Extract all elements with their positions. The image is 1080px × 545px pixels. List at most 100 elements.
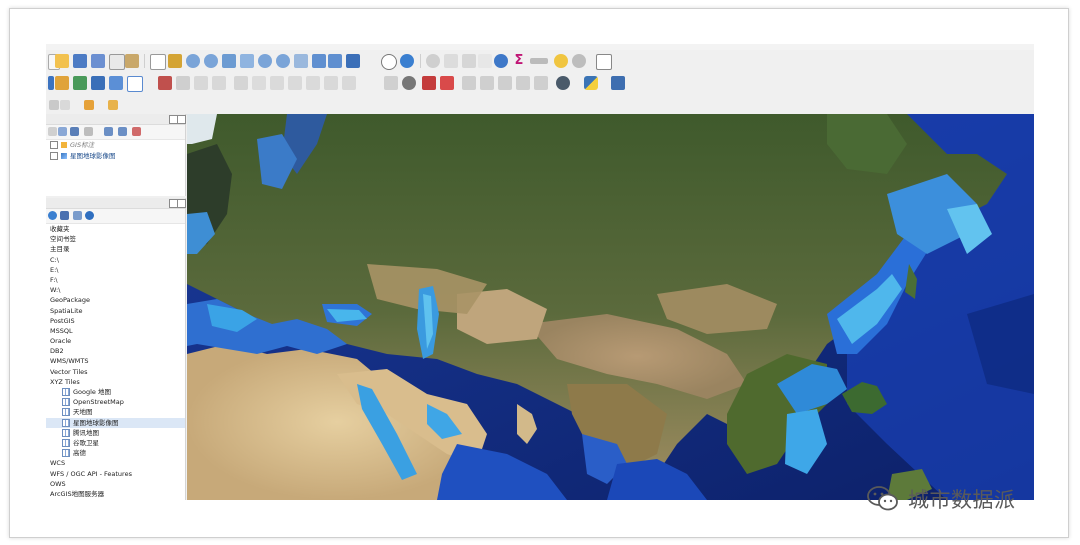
zoom-out-icon[interactable] <box>204 54 218 68</box>
zoom-full-icon[interactable] <box>240 54 254 68</box>
satellite-icon[interactable] <box>556 76 570 90</box>
browser-item[interactable]: ArcGIS地图服务器 <box>46 489 185 499</box>
browser-child-item[interactable]: 天地图 <box>46 407 185 417</box>
layout-manager-icon[interactable] <box>125 54 139 68</box>
plugin-book-icon[interactable] <box>611 76 625 90</box>
expand-all-icon[interactable] <box>104 127 113 136</box>
layer-item[interactable]: 星图地球影像图 <box>46 151 185 162</box>
rotate-label-icon[interactable] <box>480 76 494 90</box>
browser-item[interactable]: DB2 <box>46 346 185 356</box>
browser-item[interactable]: F:\ <box>46 275 185 285</box>
layer-visibility-checkbox[interactable] <box>50 152 58 160</box>
browser-item[interactable]: MSSQL <box>46 326 185 336</box>
layer-item[interactable]: GIS标注 <box>46 140 185 151</box>
sum-icon[interactable]: Σ <box>512 54 526 68</box>
add-vector-icon[interactable] <box>73 76 87 90</box>
browser-child-item[interactable]: 星图地球影像图 <box>46 417 185 428</box>
open-styling-icon[interactable] <box>48 127 57 136</box>
data-source-manager-icon[interactable] <box>48 76 54 90</box>
info-icon[interactable] <box>85 211 94 220</box>
digitize-icon[interactable] <box>91 76 105 90</box>
filter-expression-icon[interactable] <box>84 127 93 136</box>
collapse-all-icon[interactable] <box>118 127 127 136</box>
spreadsheet-icon[interactable] <box>109 76 123 90</box>
map-tips-icon[interactable] <box>572 54 586 68</box>
virtual-layer-icon[interactable] <box>127 76 143 92</box>
browser-item[interactable]: 空间书签 <box>46 234 185 244</box>
browser-item[interactable]: W:\ <box>46 285 185 295</box>
browser-item[interactable]: Vector Tiles <box>46 367 185 377</box>
map-canvas[interactable] <box>187 114 1034 500</box>
highlight-label-icon[interactable] <box>422 76 436 90</box>
browser-item[interactable]: 收藏夹 <box>46 224 185 234</box>
delete-selected-icon[interactable] <box>252 76 266 90</box>
browser-item[interactable]: PostGIS <box>46 316 185 326</box>
browser-item[interactable]: SpatiaLite <box>46 306 185 316</box>
zoom-selection-icon[interactable] <box>258 54 272 68</box>
browser-child-item[interactable]: 谷歌卫星 <box>46 438 185 448</box>
python-icon[interactable] <box>584 76 598 90</box>
zoom-last-icon[interactable] <box>312 54 326 68</box>
label-font-icon[interactable] <box>534 76 548 90</box>
browser-item[interactable]: E:\ <box>46 265 185 275</box>
paste-features-icon[interactable] <box>306 76 320 90</box>
undo-icon[interactable] <box>324 76 338 90</box>
browser-item[interactable]: Oracle <box>46 336 185 346</box>
new-map-view-icon[interactable] <box>346 54 360 68</box>
browser-item[interactable]: OWS <box>46 479 185 489</box>
pan-to-selection-icon[interactable] <box>168 54 182 68</box>
new-layer-icon[interactable] <box>55 76 69 90</box>
add-wms-icon[interactable] <box>108 100 118 110</box>
layer-visibility-checkbox[interactable] <box>50 141 58 149</box>
browser-item[interactable]: WCS <box>46 458 185 468</box>
annotation-icon[interactable] <box>554 54 568 68</box>
filter-legend-icon[interactable] <box>70 127 79 136</box>
print-layout-icon[interactable] <box>109 54 125 70</box>
add-feature-icon[interactable] <box>212 76 226 90</box>
zoom-native-icon[interactable] <box>294 54 308 68</box>
add-group-icon[interactable] <box>58 127 67 136</box>
remove-layer-icon[interactable] <box>132 127 141 136</box>
gear-icon[interactable] <box>494 54 508 68</box>
show-hide-label-icon[interactable] <box>440 76 454 90</box>
label-properties-icon[interactable] <box>516 76 530 90</box>
cut-features-icon[interactable] <box>270 76 284 90</box>
zoom-in-icon[interactable] <box>186 54 200 68</box>
browser-item[interactable]: 主目录 <box>46 244 185 254</box>
edit-pencil-icon[interactable] <box>158 76 172 90</box>
pin-label-icon[interactable] <box>402 76 416 90</box>
label-tool-icon[interactable] <box>384 76 398 90</box>
add-group-icon[interactable] <box>60 100 70 110</box>
copy-features-icon[interactable] <box>288 76 302 90</box>
text-annotation-icon[interactable] <box>596 54 612 70</box>
attribute-table-icon[interactable] <box>444 54 458 68</box>
add-raster-icon[interactable] <box>84 100 94 110</box>
filter-icon[interactable] <box>60 211 69 220</box>
temporal-controller-icon[interactable] <box>381 54 397 70</box>
close-panel-icon[interactable] <box>177 199 186 208</box>
browser-item[interactable]: C:\ <box>46 255 185 265</box>
vertex-tool-icon[interactable] <box>234 76 248 90</box>
zoom-layer-icon[interactable] <box>276 54 290 68</box>
measure-icon[interactable] <box>530 58 548 64</box>
toggle-edit-icon[interactable] <box>176 76 190 90</box>
save-as-icon[interactable] <box>91 54 105 68</box>
browser-child-item[interactable]: 高德 <box>46 448 185 458</box>
statistics-icon[interactable] <box>478 54 492 68</box>
browser-item[interactable]: XYZ Tiles <box>46 377 185 387</box>
collapse-all-icon[interactable] <box>73 211 82 220</box>
browser-child-item[interactable]: 腾讯地图 <box>46 428 185 438</box>
browser-item[interactable]: GeoPackage <box>46 295 185 305</box>
browser-item[interactable]: WFS / OGC API - Features <box>46 469 185 479</box>
redo-icon[interactable] <box>342 76 356 90</box>
change-label-icon[interactable] <box>498 76 512 90</box>
save-project-icon[interactable] <box>73 54 87 68</box>
move-label-icon[interactable] <box>462 76 476 90</box>
zoom-rubberband-icon[interactable] <box>222 54 236 68</box>
pan-map-icon[interactable] <box>150 54 166 70</box>
zoom-next-icon[interactable] <box>328 54 342 68</box>
browser-child-item[interactable]: OpenStreetMap <box>46 397 185 407</box>
open-project-icon[interactable] <box>55 54 69 68</box>
field-calculator-icon[interactable] <box>462 54 476 68</box>
identify-features-icon[interactable] <box>426 54 440 68</box>
